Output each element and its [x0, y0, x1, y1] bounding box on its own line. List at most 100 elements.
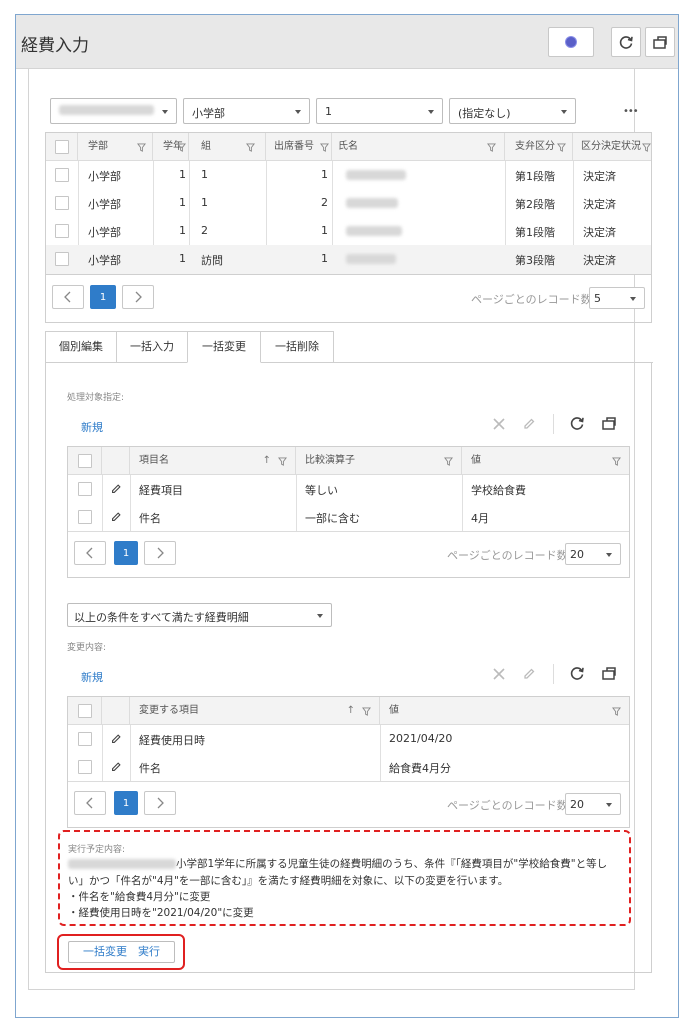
school-select[interactable]	[50, 98, 177, 124]
page-1-button[interactable]: 1	[90, 285, 116, 309]
change-new-link[interactable]: 新規	[81, 669, 103, 685]
bulk-change-execute-button[interactable]: 一括変更 実行	[68, 941, 175, 963]
select-all-checkbox[interactable]	[78, 454, 92, 468]
target-section-label: 処理対象指定:	[67, 393, 125, 403]
grade-select[interactable]: 1	[316, 98, 443, 124]
edit-icon[interactable]	[110, 733, 122, 745]
table-row[interactable]: 件名 給食費4月分	[68, 753, 629, 781]
filter-icon[interactable]	[557, 143, 566, 152]
target-new-link[interactable]: 新規	[81, 419, 103, 435]
col-dept[interactable]: 学部	[78, 133, 153, 161]
help-button[interactable]	[548, 27, 594, 57]
col-item-name[interactable]: 項目名 ↑	[130, 447, 296, 475]
popout-icon[interactable]	[601, 415, 617, 431]
cell-change-item: 件名	[139, 762, 161, 775]
filter-icon[interactable]	[177, 143, 186, 152]
col-name[interactable]: 氏名	[332, 133, 505, 161]
page-size-select[interactable]: 20	[565, 543, 621, 565]
prev-page-button[interactable]	[74, 791, 106, 815]
filter-icon[interactable]	[612, 707, 621, 716]
edit-icon[interactable]	[110, 761, 122, 773]
tab-bulk-change[interactable]: 一括変更	[187, 331, 261, 363]
tab-bulk-delete[interactable]: 一括削除	[260, 331, 334, 363]
target-grid: 項目名 ↑ 比較演算子 値 経費項目 等しい 学校給食費 件名 一部に含む 4月 …	[67, 446, 630, 578]
class-select[interactable]: (指定なし)	[449, 98, 576, 124]
col-grade[interactable]: 学年	[153, 133, 189, 161]
select-all-checkbox[interactable]	[55, 140, 69, 154]
condition-select[interactable]: 以上の条件をすべて満たす経費明細	[67, 603, 332, 627]
refresh-icon[interactable]	[569, 665, 585, 681]
table-row[interactable]: 小学部 1 1 1 第1段階 決定済	[46, 161, 651, 189]
select-all-checkbox[interactable]	[78, 704, 92, 718]
row-checkbox[interactable]	[55, 196, 69, 210]
table-row[interactable]: 経費使用日時 2021/04/20	[68, 725, 629, 753]
execution-plan: 実行予定内容: 小学部1学年に所属する児童生徒の経費明細のうち、条件『「経費項目…	[58, 830, 631, 926]
row-checkbox[interactable]	[78, 732, 92, 746]
prev-page-button[interactable]	[52, 285, 84, 309]
cell-operator: 一部に含む	[305, 512, 360, 525]
popout-icon[interactable]	[601, 665, 617, 681]
cell-number: 1	[321, 168, 328, 181]
dept-select[interactable]: 小学部	[183, 98, 310, 124]
row-checkbox[interactable]	[55, 224, 69, 238]
page-size-select[interactable]: 20	[565, 793, 621, 815]
popout-button[interactable]	[645, 27, 675, 57]
delete-icon[interactable]	[492, 667, 506, 681]
refresh-icon[interactable]	[569, 415, 585, 431]
more-menu-button[interactable]: •••	[623, 106, 639, 117]
next-page-button[interactable]	[144, 541, 176, 565]
tab-bulk-input[interactable]: 一括入力	[116, 331, 188, 363]
filter-icon[interactable]	[612, 457, 621, 466]
filter-icon[interactable]	[487, 143, 496, 152]
page-1-button[interactable]: 1	[114, 791, 138, 815]
row-checkbox[interactable]	[78, 760, 92, 774]
refresh-icon	[619, 36, 633, 49]
edit-icon[interactable]	[110, 511, 122, 523]
delete-icon[interactable]	[492, 417, 506, 431]
edit-icon[interactable]	[110, 483, 122, 495]
execution-plan-line-1: 小学部1学年に所属する児童生徒の経費明細のうち、条件『「経費項目が"学校給食費"…	[68, 856, 607, 871]
next-page-button[interactable]	[122, 285, 154, 309]
row-checkbox[interactable]	[55, 168, 69, 182]
col-value[interactable]: 値	[462, 447, 629, 475]
table-row[interactable]: 経費項目 等しい 学校給食費	[68, 475, 629, 503]
col-number[interactable]: 出席番号	[266, 133, 332, 161]
tab-individual-edit[interactable]: 個別編集	[45, 331, 117, 363]
filter-icon[interactable]	[444, 457, 453, 466]
prev-page-button[interactable]	[74, 541, 106, 565]
row-checkbox[interactable]	[78, 510, 92, 524]
col-status[interactable]: 区分決定状況	[573, 133, 651, 161]
col-operator[interactable]: 比較演算子	[296, 447, 462, 475]
table-row[interactable]: 件名 一部に含む 4月	[68, 503, 629, 531]
grade-select-value: 1	[325, 105, 332, 118]
edit-icon[interactable]	[522, 667, 536, 681]
cell-number: 1	[321, 224, 328, 237]
col-class[interactable]: 組	[189, 133, 266, 161]
cell-change-item: 経費使用日時	[139, 734, 205, 747]
col-stage[interactable]: 支弁区分	[505, 133, 573, 161]
page-size-select[interactable]: 5	[589, 287, 645, 309]
table-row[interactable]: 小学部 1 訪問 1 第3段階 決定済	[46, 245, 651, 274]
execute-button-highlight: 一括変更 実行	[57, 934, 185, 970]
change-section-label: 変更内容:	[67, 643, 107, 653]
filter-icon[interactable]	[642, 143, 651, 152]
row-checkbox[interactable]	[55, 252, 69, 266]
col-change-item[interactable]: 変更する項目 ↑	[130, 697, 380, 725]
filter-icon[interactable]	[246, 143, 255, 152]
cell-value: 4月	[471, 512, 489, 525]
cell-grade: 1	[179, 196, 186, 209]
filter-icon[interactable]	[137, 143, 146, 152]
edit-icon[interactable]	[522, 417, 536, 431]
page-1-button[interactable]: 1	[114, 541, 138, 565]
next-page-button[interactable]	[144, 791, 176, 815]
table-row[interactable]: 小学部 1 1 2 第2段階 決定済	[46, 189, 651, 217]
cell-dept: 小学部	[88, 254, 121, 267]
table-row[interactable]: 小学部 1 2 1 第1段階 決定済	[46, 217, 651, 245]
row-checkbox[interactable]	[78, 482, 92, 496]
filter-icon[interactable]	[362, 707, 371, 716]
chevron-right-icon	[157, 547, 164, 559]
col-change-value[interactable]: 値	[380, 697, 629, 725]
filter-icon[interactable]	[278, 457, 287, 466]
refresh-button[interactable]	[611, 27, 641, 57]
filter-icon[interactable]	[320, 143, 329, 152]
